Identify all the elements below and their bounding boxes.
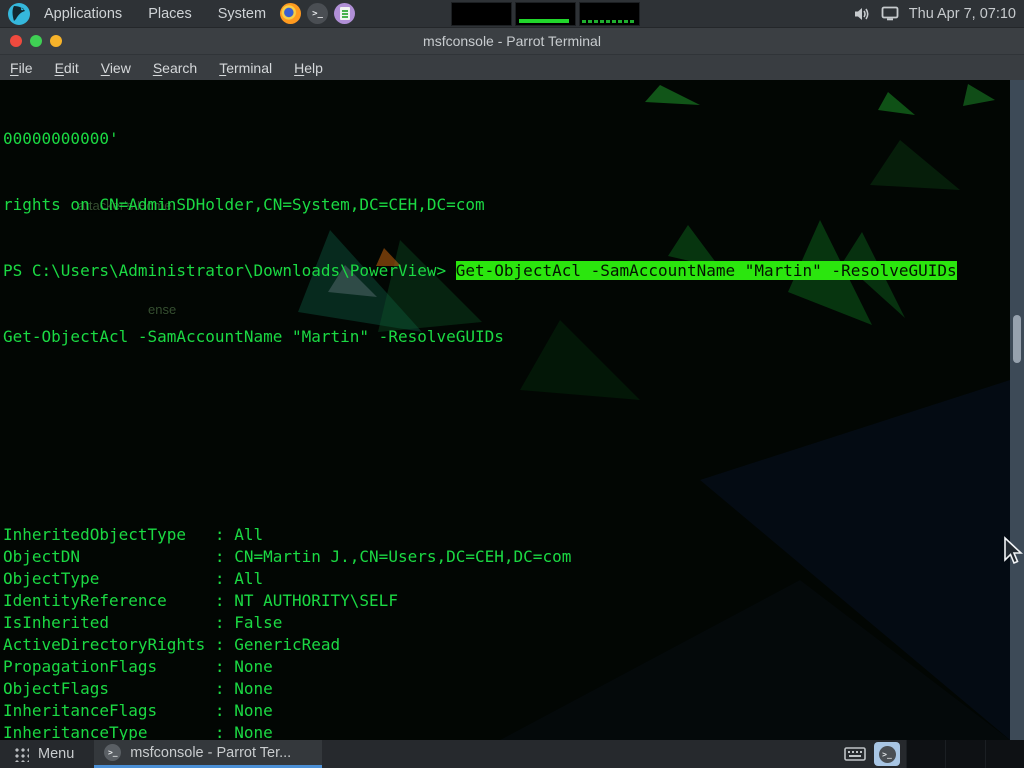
acl-key: ObjectType <box>3 568 205 590</box>
acl-row-inheritanceflags: InheritanceFlags : None <box>3 700 1008 722</box>
workspace-thumbnail-1[interactable] <box>451 2 512 26</box>
acl-key: IsInherited <box>3 612 205 634</box>
acl-row-activedirectoryrights: ActiveDirectoryRights : GenericRead <box>3 634 1008 656</box>
menu-search[interactable]: Search <box>153 60 197 76</box>
acl-key: ObjectFlags <box>3 678 205 700</box>
notes-icon[interactable] <box>334 3 355 24</box>
terminal-tray-icon[interactable]: >_ <box>874 742 900 766</box>
taskbar-menu-button[interactable]: Menu <box>0 740 88 768</box>
acl-key: InheritanceType <box>3 722 205 740</box>
top-panel: Applications Places System >_ Thu Apr 7, 0… <box>0 0 1024 28</box>
acl-key: ObjectDN <box>3 546 205 568</box>
menu-terminal[interactable]: Terminal <box>219 60 272 76</box>
window-titlebar: msfconsole - Parrot Terminal <box>0 28 1024 55</box>
terminal-command-echo: Get-ObjectAcl -SamAccountName "Martin" -… <box>3 326 1008 348</box>
menu-view[interactable]: View <box>101 60 131 76</box>
menu-help[interactable]: Help <box>294 60 323 76</box>
volume-icon[interactable] <box>854 6 871 22</box>
acl-value: None <box>234 679 273 698</box>
acl-key: InheritedObjectType <box>3 524 205 546</box>
panel-menu-places[interactable]: Places <box>148 6 192 22</box>
parrot-logo-icon[interactable] <box>8 3 30 25</box>
firefox-icon[interactable] <box>280 3 301 24</box>
acl-row-inheritedobjecttype: InheritedObjectType : All <box>3 524 1008 546</box>
acl-row-propagationflags: PropagationFlags : None <box>3 656 1008 678</box>
acl-row-identityreference: IdentityReference : NT AUTHORITY\SELF <box>3 590 1008 612</box>
terminal-scrollbar[interactable] <box>1010 80 1024 740</box>
taskbar: Menu >_ msfconsole - Parrot Ter... >_ <box>0 740 1024 768</box>
acl-value: None <box>234 701 273 720</box>
menu-label: Menu <box>38 746 74 762</box>
acl-value: NT AUTHORITY\SELF <box>234 591 398 610</box>
ps-prompt: PS C:\Users\Administrator\Downloads\Powe… <box>3 261 456 280</box>
window-title: msfconsole - Parrot Terminal <box>0 33 1024 49</box>
blank-line <box>3 458 1008 480</box>
task-label: msfconsole - Parrot Ter... <box>130 745 291 761</box>
acl-value: GenericRead <box>234 635 340 654</box>
workspace-switcher <box>451 2 640 26</box>
acl-value: All <box>234 569 263 588</box>
panel-launchers: >_ <box>280 3 355 24</box>
terminal-viewport[interactable]: attacker's Home ense 00000000000' rights… <box>0 80 1024 740</box>
workspace-thumbnail-3[interactable] <box>579 2 640 26</box>
acl-value: None <box>234 723 273 740</box>
window-menubar: File Edit View Search Terminal Help <box>0 55 1024 80</box>
acl-row-objectflags: ObjectFlags : None <box>3 678 1008 700</box>
system-tray: >_ <box>844 740 1024 768</box>
taskbar-window-button[interactable]: >_ msfconsole - Parrot Ter... <box>94 740 322 768</box>
scrollbar-thumb[interactable] <box>1013 315 1021 363</box>
acl-row-inheritancetype: InheritanceType : None <box>3 722 1008 740</box>
terminal-prompt-line: PS C:\Users\Administrator\Downloads\Powe… <box>3 260 1008 282</box>
keyboard-layout-icon[interactable] <box>844 746 866 762</box>
acl-value: None <box>234 657 273 676</box>
blank-line <box>3 392 1008 414</box>
acl-value: False <box>234 613 282 632</box>
acl-key: InheritanceFlags <box>3 700 205 722</box>
panel-menu-applications[interactable]: Applications <box>44 6 122 22</box>
terminal-launcher-icon[interactable]: >_ <box>307 3 328 24</box>
menu-file[interactable]: File <box>10 60 33 76</box>
acl-row-objectdn: ObjectDN : CN=Martin J.,CN=Users,DC=CEH,… <box>3 546 1008 568</box>
acl-key: PropagationFlags <box>3 656 205 678</box>
terminal-output: 00000000000' rights on CN=AdminSDHolder,… <box>3 84 1008 740</box>
acl-records: InheritedObjectType : AllObjectDN : CN=M… <box>3 524 1008 740</box>
terminal-line-rights: rights on CN=AdminSDHolder,CN=System,DC=… <box>3 194 1008 216</box>
acl-key: IdentityReference <box>3 590 205 612</box>
terminal-line-overflow: 00000000000' <box>3 128 1008 150</box>
panel-menus: Applications Places System <box>44 6 266 22</box>
highlighted-command: Get-ObjectAcl -SamAccountName "Martin" -… <box>456 261 957 280</box>
acl-value: All <box>234 525 263 544</box>
acl-row-objecttype: ObjectType : All <box>3 568 1008 590</box>
acl-row-isinherited: IsInherited : False <box>3 612 1008 634</box>
clock[interactable]: Thu Apr 7, 07:10 <box>909 6 1016 22</box>
terminal-task-icon: >_ <box>104 744 121 761</box>
panel-menu-system[interactable]: System <box>218 6 266 22</box>
menu-edit[interactable]: Edit <box>55 60 79 76</box>
menu-grid-icon <box>14 747 29 762</box>
acl-key: ActiveDirectoryRights <box>3 634 205 656</box>
mouse-cursor <box>1002 536 1024 566</box>
display-icon[interactable] <box>881 6 899 21</box>
tray-collapsed-area[interactable] <box>906 740 1024 768</box>
workspace-thumbnail-2[interactable] <box>515 2 576 26</box>
acl-value: CN=Martin J.,CN=Users,DC=CEH,DC=com <box>234 547 571 566</box>
